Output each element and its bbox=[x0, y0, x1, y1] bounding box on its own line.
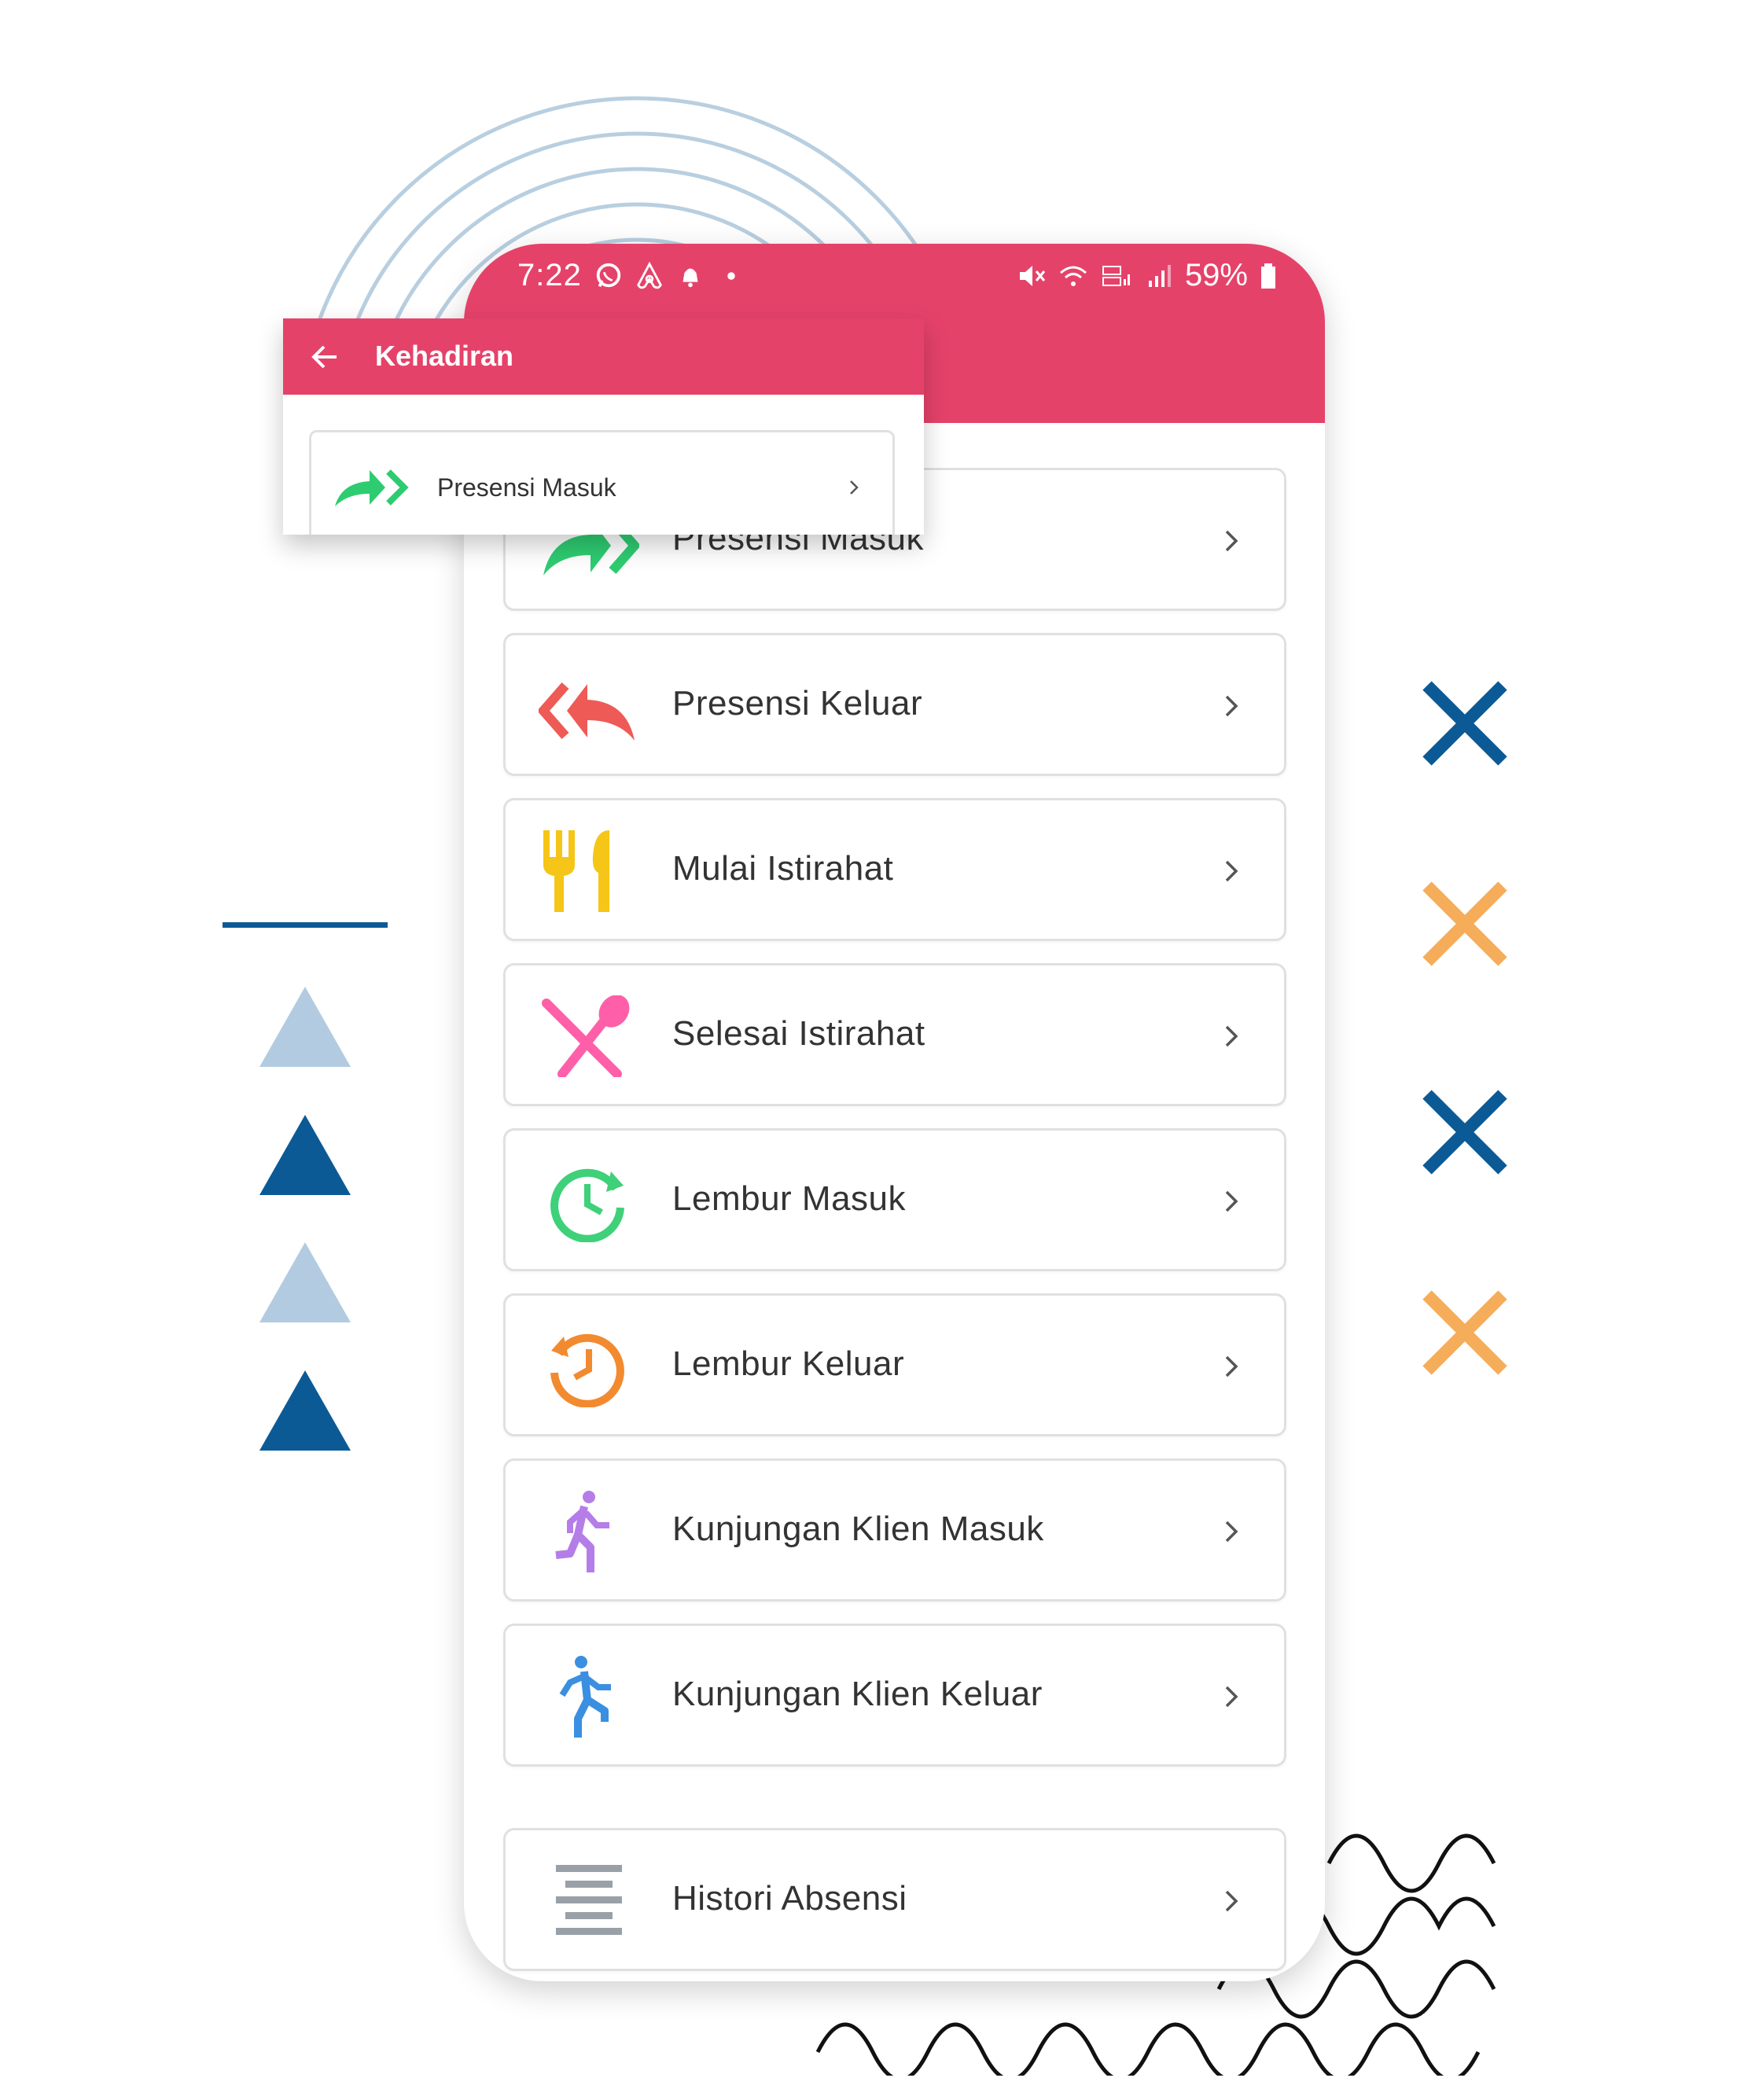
volte-lte-icon bbox=[1100, 260, 1131, 292]
crossed-utensils-icon bbox=[539, 995, 639, 1077]
decorative-line bbox=[223, 922, 388, 928]
menu-item-label: Kunjungan Klien Keluar bbox=[672, 1675, 1043, 1713]
decorative-cross bbox=[1419, 878, 1510, 969]
menu-item-mulai-istirahat[interactable]: Mulai Istirahat bbox=[503, 798, 1286, 941]
chevron-right-icon bbox=[1223, 1683, 1241, 1711]
menu-item-presensi-masuk-zoom[interactable]: Presensi Masuk bbox=[309, 430, 895, 535]
chevron-right-icon bbox=[1223, 1187, 1241, 1215]
chevron-right-icon bbox=[1223, 857, 1241, 885]
whatsapp-icon bbox=[594, 261, 624, 291]
menu-item-label: Mulai Istirahat bbox=[672, 849, 894, 888]
decorative-cross bbox=[1419, 678, 1510, 769]
chevron-right-icon bbox=[1223, 1887, 1241, 1915]
clock-history-icon bbox=[539, 1326, 639, 1407]
dot-icon bbox=[716, 261, 746, 291]
menu-item-histori-absensi[interactable]: Histori Absensi bbox=[503, 1828, 1286, 1971]
chevron-right-icon bbox=[1223, 1022, 1241, 1050]
menu-item-label: Kunjungan Klien Masuk bbox=[672, 1510, 1044, 1548]
check-out-arrow-icon bbox=[539, 665, 639, 747]
menu-item-label: Histori Absensi bbox=[672, 1879, 907, 1918]
mute-icon bbox=[1015, 260, 1047, 292]
menu-item-kunjungan-klien-keluar[interactable]: Kunjungan Klien Keluar bbox=[503, 1624, 1286, 1767]
wifi-icon bbox=[1058, 260, 1089, 292]
menu-item-label: Lembur Masuk bbox=[672, 1179, 907, 1218]
app-bar: Kehadiran bbox=[283, 318, 924, 395]
decorative-triangle bbox=[259, 987, 351, 1067]
menu-item-label: Selesai Istirahat bbox=[672, 1014, 925, 1053]
menu-item-lembur-keluar[interactable]: Lembur Keluar bbox=[503, 1293, 1286, 1436]
notification-bell-icon bbox=[675, 261, 705, 291]
canvas: 7:22 59% Presensi Masuk Presensi Keluar … bbox=[0, 0, 1744, 2100]
menu-item-label: Presensi Masuk bbox=[437, 473, 616, 502]
menu-item-presensi-keluar[interactable]: Presensi Keluar bbox=[503, 633, 1286, 776]
decorative-triangle bbox=[259, 1370, 351, 1451]
running-person-icon bbox=[539, 1491, 639, 1572]
battery-percent: 59% bbox=[1184, 258, 1248, 292]
decorative-cross bbox=[1419, 1087, 1510, 1178]
menu-item-selesai-istirahat[interactable]: Selesai Istirahat bbox=[503, 963, 1286, 1106]
decorative-triangle bbox=[259, 1115, 351, 1195]
menu-item-lembur-masuk[interactable]: Lembur Masuk bbox=[503, 1128, 1286, 1271]
check-in-arrow-icon bbox=[333, 461, 409, 509]
battery-icon bbox=[1259, 260, 1278, 292]
fork-knife-icon bbox=[539, 830, 639, 912]
signal-icon bbox=[1142, 260, 1174, 292]
chevron-right-icon bbox=[1223, 692, 1241, 720]
arrow-left-icon[interactable] bbox=[308, 340, 341, 373]
menu-item-kunjungan-klien-masuk[interactable]: Kunjungan Klien Masuk bbox=[503, 1458, 1286, 1602]
menu-item-label: Presensi Keluar bbox=[672, 684, 923, 723]
page-title: Kehadiran bbox=[375, 340, 514, 372]
status-left-icons bbox=[594, 261, 746, 291]
decorative-cross bbox=[1419, 1287, 1510, 1378]
list-lines-icon bbox=[539, 1860, 639, 1942]
chevron-right-icon bbox=[1223, 1352, 1241, 1381]
status-right-icons: 59% bbox=[1015, 258, 1278, 293]
clock-forward-icon bbox=[539, 1160, 639, 1242]
menu-item-label: Lembur Keluar bbox=[672, 1344, 905, 1383]
chevron-right-icon bbox=[848, 478, 859, 497]
chevron-right-icon bbox=[1223, 1517, 1241, 1546]
decorative-triangle bbox=[259, 1242, 351, 1322]
airbnb-icon bbox=[635, 261, 664, 291]
zoom-callout: Kehadiran Presensi Masuk bbox=[283, 318, 924, 535]
running-person-icon bbox=[539, 1656, 639, 1738]
chevron-right-icon bbox=[1223, 527, 1241, 555]
status-bar: 7:22 59% bbox=[464, 244, 1325, 307]
status-time: 7:22 bbox=[517, 258, 582, 292]
